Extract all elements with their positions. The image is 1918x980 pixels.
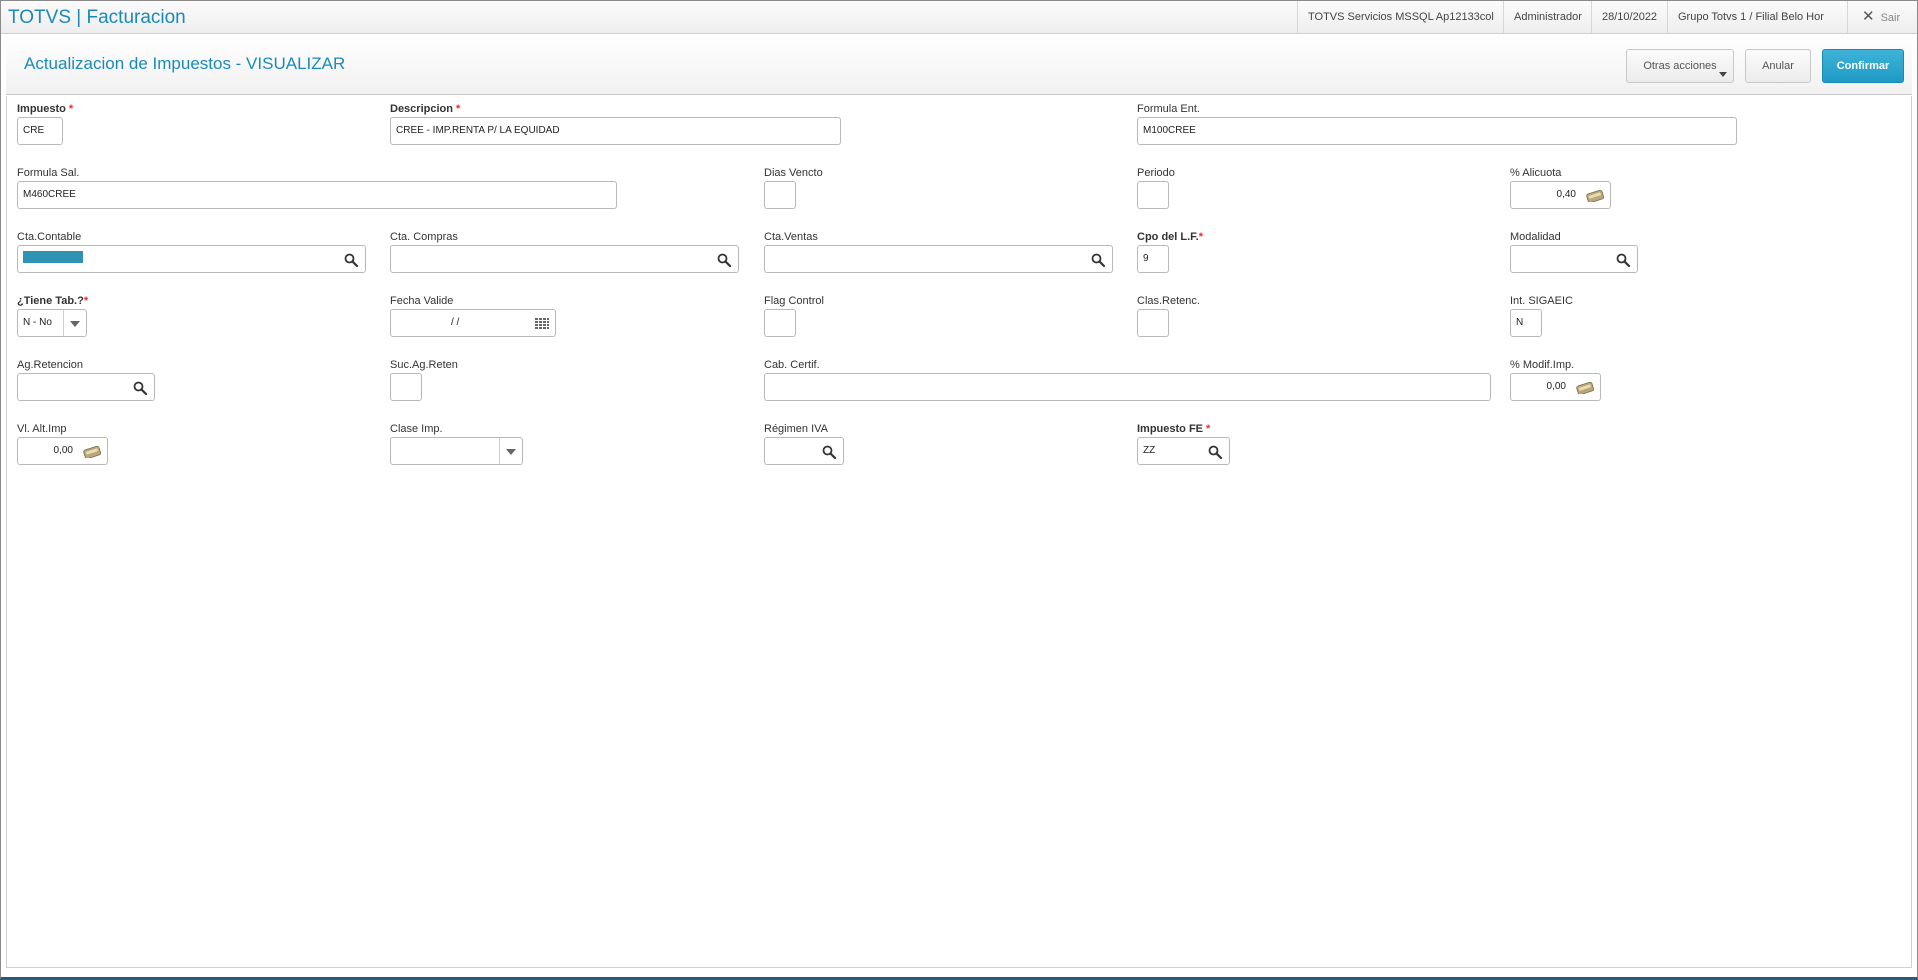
formula-sal-input[interactable]: M460CREE: [17, 181, 617, 209]
ag-retencion-input[interactable]: [17, 373, 155, 401]
field-label: Periodo: [1137, 167, 1175, 179]
field-label: Cpo del L.F.*: [1137, 231, 1204, 243]
close-icon: ✕: [1862, 8, 1875, 25]
search-icon[interactable]: [717, 253, 731, 267]
field-label: Cta. Compras: [390, 231, 458, 243]
periodo-input[interactable]: [1137, 181, 1169, 209]
field-label: Impuesto FE *: [1137, 423, 1211, 435]
field-label: Ag.Retencion: [17, 359, 84, 371]
impuesto-fe-value: ZZ: [1143, 445, 1156, 456]
field-label: Dias Vencto: [764, 167, 823, 179]
field-label: Modalidad: [1510, 231, 1561, 243]
fecha-valide-input[interactable]: / /: [390, 309, 556, 337]
search-icon[interactable]: [1208, 445, 1222, 459]
clase-imp-select[interactable]: [390, 437, 523, 465]
search-icon[interactable]: [1091, 253, 1105, 267]
field-label: Descripcion *: [390, 103, 461, 115]
cta-ventas-input[interactable]: [764, 245, 1113, 273]
dias-vencto-input[interactable]: [764, 181, 796, 209]
field-label: Clas.Retenc.: [1137, 295, 1200, 307]
date-label: 28/10/2022: [1591, 1, 1669, 33]
suc-ag-reten-input[interactable]: [390, 373, 422, 401]
field-label: % Modif.Imp.: [1510, 359, 1575, 371]
other-actions-button[interactable]: Otras acciones: [1626, 49, 1734, 83]
chevron-down-icon: [1719, 72, 1727, 77]
int-sigaeic-input[interactable]: N: [1510, 309, 1542, 337]
vl-alt-imp-value: 0,00: [53, 445, 73, 456]
impuesto-input[interactable]: CRE: [17, 117, 63, 145]
field-label: ¿Tiene Tab.?*: [17, 295, 89, 307]
chevron-down-icon[interactable]: [499, 438, 522, 464]
modif-imp-input[interactable]: 0,00: [1510, 373, 1601, 401]
field-label: Impuesto *: [17, 103, 74, 115]
field-label: Cta.Ventas: [764, 231, 818, 243]
field-label: Clase Imp.: [390, 423, 443, 435]
app-title: TOTVS | Facturacion: [8, 7, 186, 28]
field-label: % Alicuota: [1510, 167, 1562, 179]
descripcion-input[interactable]: CREE - IMP.RENTA P/ LA EQUIDAD: [390, 117, 841, 145]
page-title: Actualizacion de Impuestos - VISUALIZAR: [24, 54, 346, 73]
field-label: Formula Sal.: [17, 167, 80, 179]
search-icon[interactable]: [133, 381, 147, 395]
field-label: Formula Ent.: [1137, 103, 1200, 115]
branch-label[interactable]: Grupo Totvs 1 / Filial Belo Hor: [1667, 1, 1839, 33]
chevron-down-icon[interactable]: [63, 310, 86, 336]
environment-label: TOTVS Servicios MSSQL Ap12133col: [1297, 1, 1513, 33]
cancel-button[interactable]: Anular: [1745, 49, 1811, 83]
selection-highlight: [23, 251, 83, 264]
confirm-button[interactable]: Confirmar: [1822, 49, 1904, 83]
field-label: Régimen IVA: [764, 423, 828, 435]
tiene-tab-select[interactable]: N - No: [17, 309, 87, 337]
calculator-icon[interactable]: [1586, 190, 1604, 202]
formula-ent-input[interactable]: M100CREE: [1137, 117, 1737, 145]
cpo-lf-input[interactable]: 9: [1137, 245, 1169, 273]
clas-retenc-input[interactable]: [1137, 309, 1169, 337]
calendar-icon[interactable]: [535, 318, 549, 330]
cta-compras-input[interactable]: [390, 245, 739, 273]
vl-alt-imp-input[interactable]: 0,00: [17, 437, 108, 465]
regimen-iva-input[interactable]: [764, 437, 844, 465]
top-bar: TOTVS | Facturacion TOTVS Servicios MSSQ…: [1, 1, 1917, 34]
field-label: Fecha Valide: [390, 295, 454, 307]
field-label: Cab. Certif.: [764, 359, 820, 371]
field-label: Vl. Alt.Imp: [17, 423, 67, 435]
field-label: Int. SIGAEIC: [1510, 295, 1573, 307]
alicuota-input[interactable]: 0,40: [1510, 181, 1611, 209]
exit-button[interactable]: ✕ Sair: [1847, 1, 1900, 33]
impuesto-fe-input[interactable]: ZZ: [1137, 437, 1230, 465]
calculator-icon[interactable]: [83, 446, 101, 458]
search-icon[interactable]: [1616, 253, 1630, 267]
field-label: Cta.Contable: [17, 231, 82, 243]
alicuota-value: 0,40: [1556, 189, 1576, 200]
cab-certif-input[interactable]: [764, 373, 1491, 401]
other-actions-label: Otras acciones: [1643, 60, 1717, 72]
modalidad-input[interactable]: [1510, 245, 1638, 273]
page-header: Actualizacion de Impuestos - VISUALIZAR …: [6, 34, 1912, 95]
search-icon[interactable]: [344, 253, 358, 267]
tiene-tab-value: N - No: [23, 317, 52, 328]
field-label: Flag Control: [764, 295, 824, 307]
form-area: Impuesto * CRE Descripcion * CREE - IMP.RE…: [6, 96, 1912, 968]
user-label: Administrador: [1503, 1, 1593, 33]
cta-contable-input[interactable]: [17, 245, 366, 273]
modif-imp-value: 0,00: [1546, 381, 1566, 392]
fecha-valide-value: / /: [451, 317, 460, 328]
search-icon[interactable]: [822, 445, 836, 459]
field-label: Suc.Ag.Reten: [390, 359, 458, 371]
exit-label: Sair: [1880, 12, 1901, 24]
calculator-icon[interactable]: [1576, 382, 1594, 394]
flag-control-input[interactable]: [764, 309, 796, 337]
